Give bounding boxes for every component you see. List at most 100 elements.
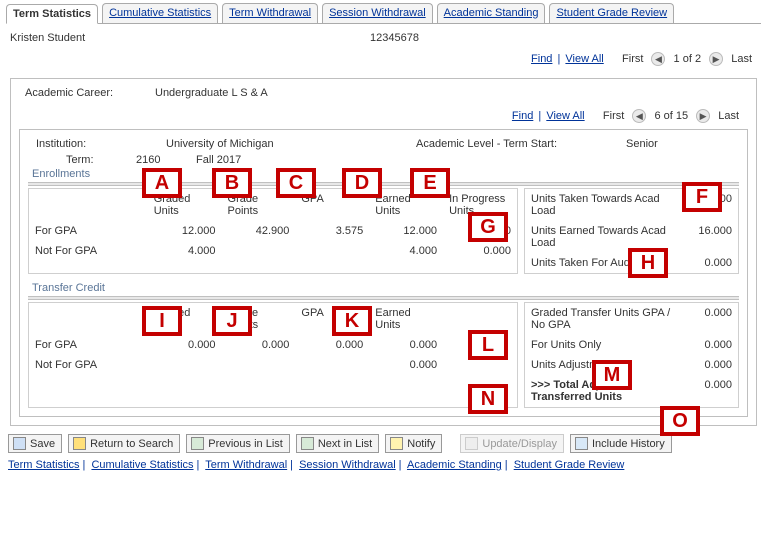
bottom-link-academic-standing[interactable]: Academic Standing xyxy=(407,459,502,471)
xcol-grade-points: Grade Points xyxy=(222,303,296,335)
student-name: Kristen Student xyxy=(10,32,370,44)
xfer-gpa-nogpa-value: 0.000 xyxy=(686,303,738,335)
enroll-forgpa-points: 42.900 xyxy=(222,221,296,241)
table-row: For GPA 12.000 42.900 3.575 12.000 0.000 xyxy=(29,221,517,241)
tab-student-grade-review[interactable]: Student Grade Review xyxy=(549,3,674,23)
term-name: Fall 2017 xyxy=(196,154,241,166)
position-outer: 1 of 2 xyxy=(671,53,705,65)
xfer-forgpa-earned: 0.000 xyxy=(369,335,443,355)
xfer-units-only-label: For Units Only xyxy=(525,335,686,355)
row-label-for-gpa: For GPA xyxy=(29,221,148,241)
position-inner: 6 of 15 xyxy=(651,110,691,122)
enroll-notgpa-progress: 0.000 xyxy=(443,241,517,261)
enroll-right-table: Units Taken Towards Acad Load 16.000 Uni… xyxy=(525,189,738,273)
view-all-link-inner[interactable]: View All xyxy=(546,110,584,122)
notify-icon xyxy=(390,437,403,450)
bottom-link-session-withdrawal[interactable]: Session Withdrawal xyxy=(299,459,396,471)
enroll-forgpa-earned: 12.000 xyxy=(369,221,443,241)
xfer-notgpa-points xyxy=(222,355,296,375)
xfer-right-table: Graded Transfer Units GPA / No GPA 0.000… xyxy=(525,303,738,407)
units-audit-value: 0.000 xyxy=(686,253,738,273)
xfer-notgpa-earned: 0.000 xyxy=(369,355,443,375)
previous-icon xyxy=(191,437,204,450)
student-id: 12345678 xyxy=(370,32,419,44)
institution-value: University of Michigan xyxy=(166,138,416,150)
next-in-list-button[interactable]: Next in List xyxy=(296,434,379,453)
xfer-units-only-value: 0.000 xyxy=(686,335,738,355)
history-icon xyxy=(575,437,588,450)
tab-cumulative-statistics[interactable]: Cumulative Statistics xyxy=(102,3,218,23)
tab-session-withdrawal[interactable]: Session Withdrawal xyxy=(322,3,433,23)
save-icon xyxy=(13,437,26,450)
notify-button[interactable]: Notify xyxy=(385,434,442,453)
col-graded-units: Graded Units xyxy=(148,189,222,221)
bottom-link-term-statistics[interactable]: Term Statistics xyxy=(8,459,80,471)
enrollments-table: Graded Units Grade Points GPA Earned Uni… xyxy=(29,189,517,261)
first-label-inner: First xyxy=(600,110,627,122)
update-icon xyxy=(465,437,478,450)
table-row: Not For GPA 4.000 4.000 0.000 xyxy=(29,241,517,261)
enroll-notgpa-points xyxy=(222,241,296,261)
xfer-forgpa-graded: 0.000 xyxy=(148,335,222,355)
col-grade-points: Grade Points xyxy=(222,189,296,221)
tab-academic-standing[interactable]: Academic Standing xyxy=(437,3,546,23)
institution-label: Institution: xyxy=(36,138,166,150)
enroll-forgpa-graded: 12.000 xyxy=(148,221,222,241)
next-arrow-outer[interactable]: ▶ xyxy=(709,52,723,66)
term-box: Institution: University of Michigan Acad… xyxy=(19,129,748,417)
xfer-adjust-label: Units Adjustment xyxy=(525,355,686,375)
units-audit-label: Units Taken For Audit xyxy=(525,253,686,273)
bottom-links: Term Statistics| Cumulative Statistics| … xyxy=(6,453,761,473)
academic-level-label: Academic Level - Term Start: xyxy=(416,138,626,150)
term-label: Term: xyxy=(36,154,136,166)
xfer-total-value: 0.000 xyxy=(686,375,738,407)
button-bar: Save Return to Search Previous in List N… xyxy=(6,426,761,453)
bottom-link-cumulative-statistics[interactable]: Cumulative Statistics xyxy=(91,459,193,471)
return-icon xyxy=(73,437,86,450)
xfer-notgpa-gpa xyxy=(295,355,369,375)
tab-term-statistics[interactable]: Term Statistics xyxy=(6,4,98,24)
first-label-outer: First xyxy=(619,53,646,65)
row-label-not-for-gpa: Not For GPA xyxy=(29,241,148,261)
previous-in-list-button[interactable]: Previous in List xyxy=(186,434,290,453)
include-history-button[interactable]: Include History xyxy=(570,434,672,453)
find-link-inner[interactable]: Find xyxy=(512,110,533,122)
xcol-graded-units: Graded Units xyxy=(148,303,222,335)
career-box: Academic Career: Undergraduate L S & A F… xyxy=(10,78,757,426)
tab-term-withdrawal[interactable]: Term Withdrawal xyxy=(222,3,318,23)
career-value: Undergraduate L S & A xyxy=(155,87,268,99)
bottom-link-term-withdrawal[interactable]: Term Withdrawal xyxy=(205,459,287,471)
next-icon xyxy=(301,437,314,450)
enroll-forgpa-progress: 0.000 xyxy=(443,221,517,241)
enroll-notgpa-graded: 4.000 xyxy=(148,241,222,261)
academic-level-value: Senior xyxy=(626,138,658,150)
prev-arrow-outer[interactable]: ◀ xyxy=(651,52,665,66)
xfer-total-label: >>> Total Adjusted Transferred Units xyxy=(525,375,686,407)
xfer-gpa-nogpa-label: Graded Transfer Units GPA / No GPA xyxy=(525,303,686,335)
last-label-inner: Last xyxy=(715,110,742,122)
enroll-notgpa-earned: 4.000 xyxy=(369,241,443,261)
units-earned-load-value: 16.000 xyxy=(686,221,738,253)
units-taken-load-label: Units Taken Towards Acad Load xyxy=(525,189,686,221)
enrollments-band xyxy=(28,182,739,186)
units-earned-load-label: Units Earned Towards Acad Load xyxy=(525,221,686,253)
update-display-button: Update/Display xyxy=(460,434,564,453)
xfer-notgpa-graded xyxy=(148,355,222,375)
col-earned-units: Earned Units xyxy=(369,189,443,221)
enroll-forgpa-gpa: 3.575 xyxy=(295,221,369,241)
find-link-outer[interactable]: Find xyxy=(531,53,552,65)
bottom-link-student-grade-review[interactable]: Student Grade Review xyxy=(514,459,625,471)
xfer-forgpa-points: 0.000 xyxy=(222,335,296,355)
xcol-gpa: GPA xyxy=(295,303,369,335)
save-button[interactable]: Save xyxy=(8,434,62,453)
transfer-table: Graded Units Grade Points GPA Earned Uni… xyxy=(29,303,517,375)
return-to-search-button[interactable]: Return to Search xyxy=(68,434,180,453)
xcol-earned-units: Earned Units xyxy=(369,303,443,335)
xrow-label-for-gpa: For GPA xyxy=(29,335,148,355)
next-arrow-inner[interactable]: ▶ xyxy=(696,109,710,123)
prev-arrow-inner[interactable]: ◀ xyxy=(632,109,646,123)
transfer-title: Transfer Credit xyxy=(28,280,739,296)
view-all-link-outer[interactable]: View All xyxy=(565,53,603,65)
xrow-label-not-for-gpa: Not For GPA xyxy=(29,355,148,375)
table-row: Not For GPA 0.000 xyxy=(29,355,517,375)
